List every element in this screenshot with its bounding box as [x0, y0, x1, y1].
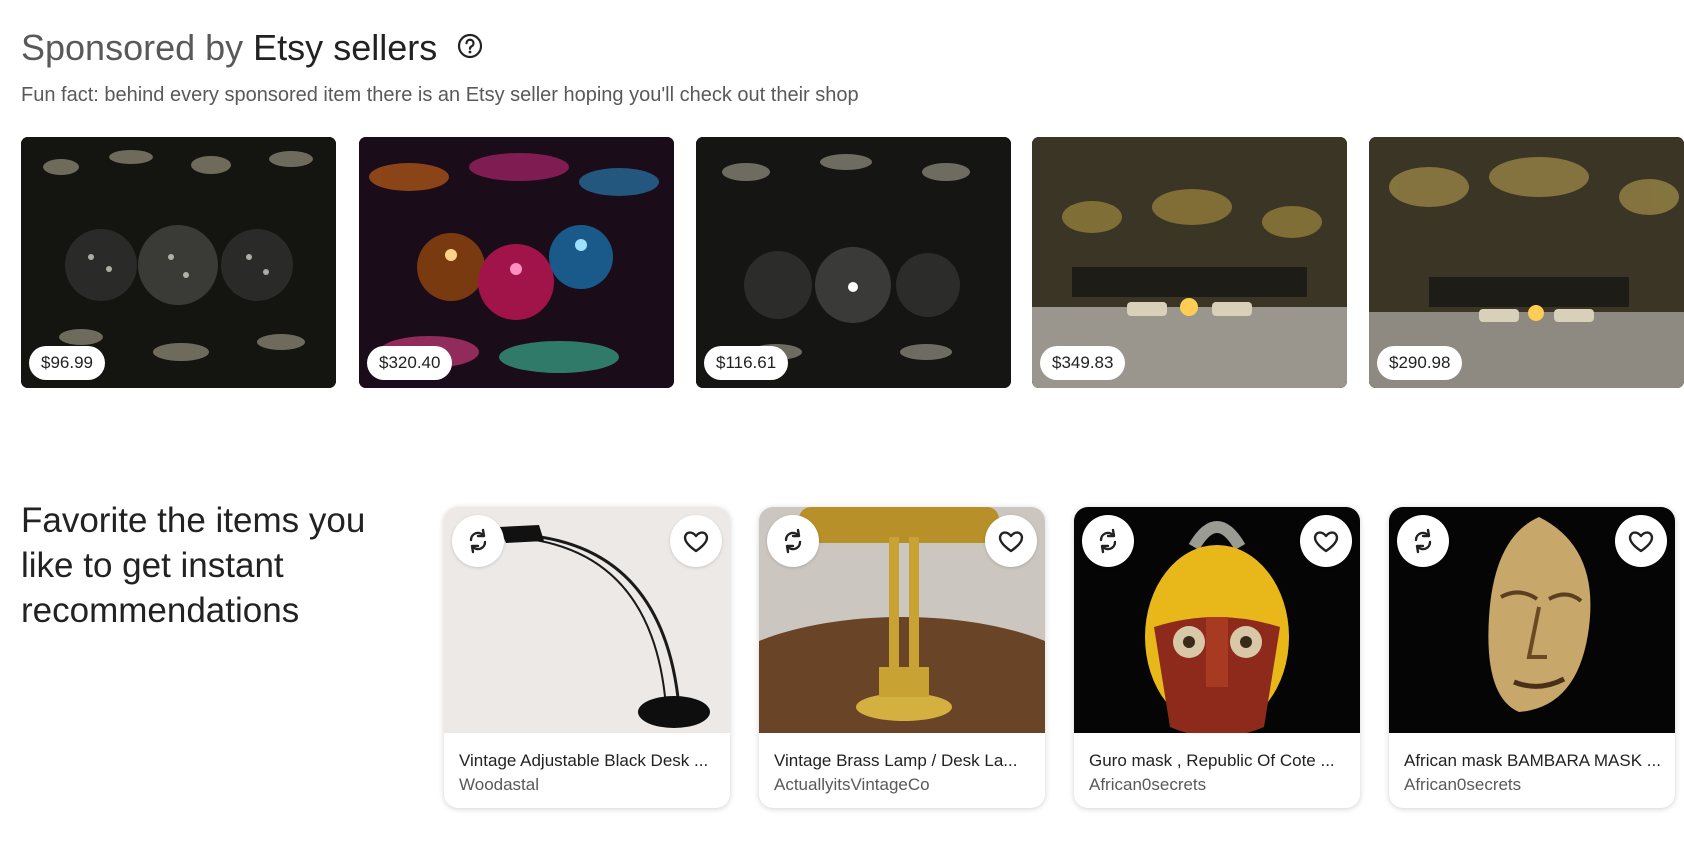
recommendation-card[interactable]: Vintage Adjustable Black Desk ... Woodas… — [444, 507, 730, 808]
question-circle-icon[interactable] — [457, 25, 483, 69]
refresh-icon — [784, 528, 802, 554]
listing-title[interactable]: Vintage Brass Lamp / Desk La... — [774, 750, 1034, 772]
shop-name[interactable]: African0secrets — [1404, 774, 1664, 796]
listing-title[interactable]: African mask BAMBARA MASK ... — [1404, 750, 1664, 772]
listing-info: Guro mask , Republic Of Cote ... African… — [1089, 750, 1349, 796]
sponsored-listing-card[interactable]: $349.83 — [1032, 137, 1347, 388]
favorite-button[interactable] — [1300, 515, 1352, 567]
refresh-button[interactable] — [767, 515, 819, 567]
sponsored-title-light: Sponsored by — [21, 27, 244, 68]
refresh-icon — [1414, 528, 1432, 554]
sponsored-listing-card[interactable]: $320.40 — [359, 137, 674, 388]
heart-icon — [1628, 531, 1654, 553]
shop-name[interactable]: African0secrets — [1089, 774, 1349, 796]
sponsored-listing-card[interactable]: $96.99 — [21, 137, 336, 388]
price-badge: $116.61 — [704, 346, 789, 380]
sponsored-listing-card[interactable]: $290.98 — [1369, 137, 1684, 388]
heart-icon — [998, 531, 1024, 553]
favorites-heading: Favorite the items you like to get insta… — [21, 501, 366, 630]
price-badge: $320.40 — [367, 346, 453, 380]
refresh-button[interactable] — [1397, 515, 1449, 567]
refresh-button[interactable] — [1082, 515, 1134, 567]
shop-name[interactable]: ActuallyitsVintageCo — [774, 774, 1034, 796]
shop-name[interactable]: Woodastal — [459, 774, 719, 796]
recommendation-card[interactable]: Guro mask , Republic Of Cote ... African… — [1074, 507, 1360, 808]
sponsored-subtitle: Fun fact: behind every sponsored item th… — [21, 84, 859, 106]
price-badge: $290.98 — [1377, 346, 1463, 380]
sponsored-listings: $96.99 $320.40 $116.61 $349.83 $290.98 — [21, 137, 1684, 389]
refresh-icon — [1099, 528, 1117, 554]
heart-icon — [1313, 531, 1339, 553]
listing-info: Vintage Adjustable Black Desk ... Woodas… — [459, 750, 719, 796]
heart-icon — [683, 531, 709, 553]
sponsored-title: Sponsored by Etsy sellers — [21, 26, 483, 70]
listing-info: Vintage Brass Lamp / Desk La... Actually… — [774, 750, 1034, 796]
favorite-button[interactable] — [670, 515, 722, 567]
listing-info: African mask BAMBARA MASK ... African0se… — [1404, 750, 1664, 796]
recommendation-card[interactable]: Vintage Brass Lamp / Desk La... Actually… — [759, 507, 1045, 808]
listing-title[interactable]: Guro mask , Republic Of Cote ... — [1089, 750, 1349, 772]
listing-title[interactable]: Vintage Adjustable Black Desk ... — [459, 750, 719, 772]
sponsored-listing-card[interactable]: $116.61 — [696, 137, 1011, 388]
price-badge: $96.99 — [29, 346, 105, 380]
price-badge: $349.83 — [1040, 346, 1126, 380]
refresh-button[interactable] — [452, 515, 504, 567]
favorite-button[interactable] — [1615, 515, 1667, 567]
sponsored-title-bold: Etsy sellers — [253, 27, 438, 68]
recommendation-card[interactable]: African mask BAMBARA MASK ... African0se… — [1389, 507, 1675, 808]
refresh-icon — [469, 528, 487, 554]
favorite-button[interactable] — [985, 515, 1037, 567]
